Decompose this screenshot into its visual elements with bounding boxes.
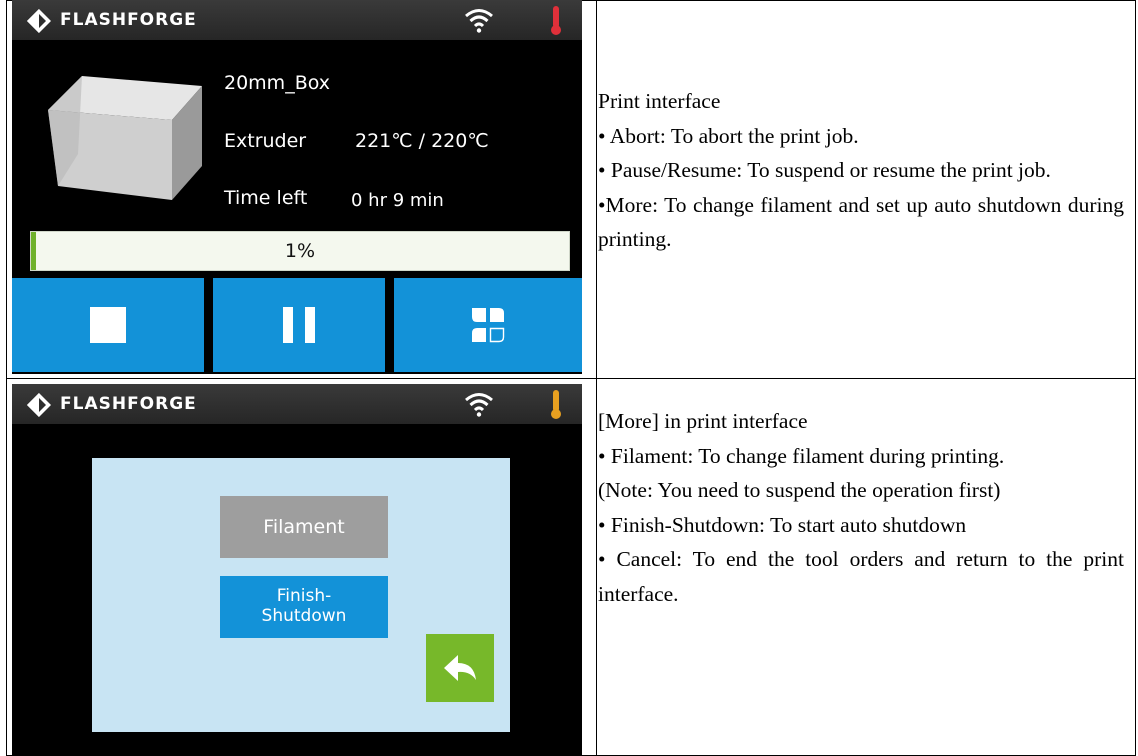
progress-label: 1%: [284, 240, 316, 262]
flashforge-logo-icon: [27, 393, 51, 417]
brand-name: FLASHFORGE: [60, 10, 197, 30]
flashforge-logo-icon: [27, 9, 51, 33]
description-item: • Cancel: To end the tool orders and ret…: [598, 547, 1124, 606]
pause-icon: [283, 307, 315, 343]
time-left-value: 0 hr 9 min: [351, 190, 444, 211]
wifi-icon: [465, 393, 493, 417]
stop-icon: [90, 307, 126, 343]
description-note: (Note: You need to suspend the operation…: [598, 478, 1001, 502]
description-item: • Finish-Shutdown: To start auto shutdow…: [598, 512, 967, 537]
more-icon: [472, 308, 505, 343]
pause-resume-button[interactable]: [213, 278, 385, 372]
finish-shutdown-label-line1: Finish-: [276, 586, 332, 606]
thermometer-icon: [551, 390, 561, 419]
cancel-back-button[interactable]: [426, 634, 494, 702]
description-heading: Print interface: [598, 89, 721, 113]
description-item: • Pause/Resume: To suspend or resume the…: [598, 158, 1051, 182]
more-button[interactable]: [394, 278, 582, 372]
status-bar: FLASHFORGE: [12, 0, 582, 40]
table-column-divider: [596, 0, 597, 756]
wifi-icon: [465, 9, 493, 33]
description-item: •More: To change filament and set up aut…: [598, 192, 1124, 252]
more-dialog: Filament Finish- Shutdown: [92, 458, 510, 732]
progress-bar: 1%: [30, 231, 570, 271]
print-interface-screenshot: FLASHFORGE 20mm_Box Extruder 221℃ / 220℃…: [12, 0, 582, 374]
file-name: 20mm_Box: [224, 72, 331, 94]
status-bar: FLASHFORGE: [12, 384, 582, 424]
finish-shutdown-label-line2: Shutdown: [261, 606, 347, 626]
more-interface-screenshot: FLASHFORGE Filament Finish- Shutdown: [12, 384, 582, 756]
filament-button[interactable]: Filament: [220, 496, 388, 558]
thermometer-icon: [551, 6, 561, 35]
print-interface-description: Print interface • Abort: To abort the pr…: [598, 84, 1124, 257]
extruder-temp: 221℃ / 220℃: [355, 130, 489, 152]
brand-name: FLASHFORGE: [60, 394, 197, 414]
table-row-divider: [7, 378, 1135, 379]
model-preview-image: [48, 76, 202, 200]
more-interface-description: [More] in print interface • Filament: To…: [598, 404, 1124, 611]
description-item: • Filament: To change filament during pr…: [598, 443, 1005, 468]
description-item: • Abort: To abort the print job.: [598, 123, 859, 148]
description-heading: [More] in print interface: [598, 409, 808, 433]
back-arrow-icon: [444, 655, 476, 681]
extruder-label: Extruder: [224, 130, 307, 152]
time-left-label: Time left: [224, 187, 308, 209]
finish-shutdown-button[interactable]: Finish- Shutdown: [220, 576, 388, 638]
abort-button[interactable]: [12, 278, 204, 372]
